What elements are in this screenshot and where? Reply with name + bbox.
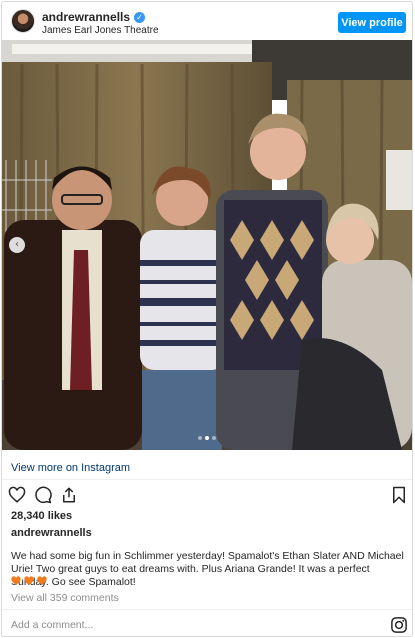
- carousel-dots: [198, 436, 216, 440]
- view-all-comments-link[interactable]: View all 359 comments: [11, 592, 119, 604]
- carousel-prev-icon[interactable]: ‹: [9, 237, 25, 253]
- orange-heart-emoji-icon: [37, 576, 47, 586]
- location-label[interactable]: James Earl Jones Theatre: [42, 25, 159, 36]
- view-profile-button[interactable]: View profile: [338, 12, 406, 33]
- view-more-link[interactable]: View more on Instagram: [11, 462, 130, 474]
- instagram-embed-card: andrewrannells ✓ James Earl Jones Theatr…: [1, 1, 413, 637]
- caption-author[interactable]: andrewrannells: [11, 527, 92, 539]
- caption-emoji-row: [11, 576, 47, 586]
- divider: [2, 479, 412, 480]
- divider: [2, 609, 412, 610]
- comment-icon[interactable]: [34, 486, 52, 504]
- heart-icon[interactable]: [8, 486, 26, 504]
- instagram-logo-icon[interactable]: [390, 616, 408, 634]
- photo-illustration: [2, 40, 412, 450]
- carousel-dot-active: [205, 436, 209, 440]
- action-bar: [8, 486, 78, 504]
- orange-heart-emoji-icon: [24, 576, 34, 586]
- bookmark-icon[interactable]: [390, 486, 408, 504]
- caption-text: We had some big fun in Schlimmer yesterd…: [11, 550, 404, 588]
- avatar[interactable]: [11, 9, 35, 33]
- username[interactable]: andrewrannells: [42, 10, 130, 24]
- add-comment-input[interactable]: [11, 619, 311, 631]
- username-row: andrewrannells ✓: [42, 10, 146, 24]
- orange-heart-emoji-icon: [11, 576, 21, 586]
- carousel-dot: [198, 436, 202, 440]
- verified-badge-icon: ✓: [134, 11, 146, 23]
- post-photo[interactable]: ‹: [2, 40, 412, 450]
- likes-count[interactable]: 28,340 likes: [11, 510, 72, 522]
- carousel-dot: [212, 436, 216, 440]
- post-header: andrewrannells ✓ James Earl Jones Theatr…: [2, 2, 412, 40]
- share-icon[interactable]: [60, 486, 78, 504]
